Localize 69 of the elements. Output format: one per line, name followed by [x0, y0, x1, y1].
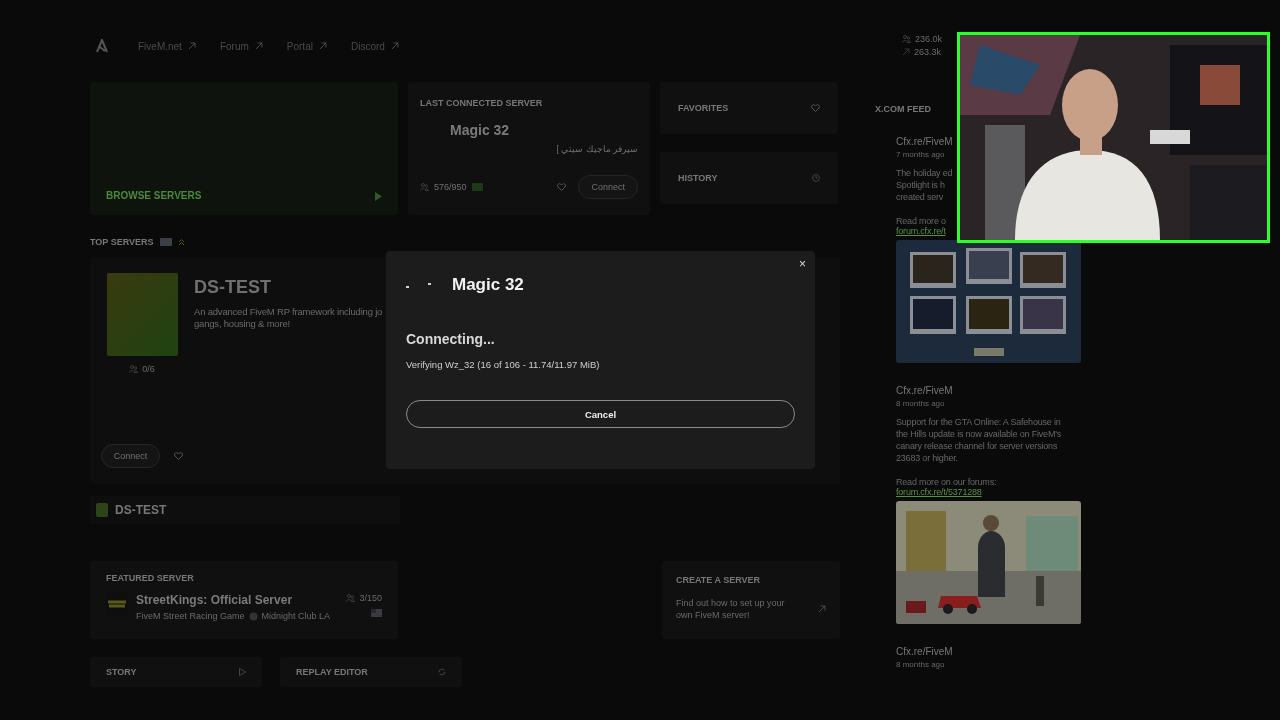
menu-tile[interactable]: STORY — [90, 657, 262, 687]
nav-link[interactable]: FiveM.net — [138, 40, 196, 52]
external-link-icon — [390, 42, 399, 50]
logo-icon[interactable] — [96, 39, 108, 53]
side-tile[interactable]: FAVORITES — [660, 82, 838, 134]
section-heading: FEATURED SERVER — [106, 573, 195, 583]
server-name: DS-TEST — [194, 277, 272, 298]
status-title: Connecting... — [406, 331, 496, 347]
featured-server-card[interactable]: FEATURED SERVER StreetKings: Official Server FiveM Street Racing Game Midnight Club LA 3/150 — [90, 561, 398, 639]
post-author: Cfx.re/FiveM — [896, 385, 954, 396]
heart-icon[interactable] — [174, 452, 184, 460]
player-count: 576/950 — [434, 182, 467, 192]
player-count: 0/6 — [142, 364, 155, 374]
server-icon — [96, 503, 108, 517]
read-more-text: Read more on our forums: — [896, 477, 997, 487]
read-more-text: Read more o — [896, 216, 946, 226]
post-author: Cfx.re/FiveM — [896, 646, 954, 657]
section-heading: CREATE A SERVER — [676, 575, 761, 585]
external-link-icon — [187, 42, 196, 50]
server-description: FiveM Street Racing Game — [136, 611, 245, 621]
player-count: 3/150 — [359, 593, 382, 603]
section-heading: TOP SERVERS — [90, 237, 154, 247]
server-name: Magic 32 — [450, 122, 511, 138]
section-heading: LAST CONNECTED SERVER — [420, 98, 544, 108]
post-time: 7 months ago — [896, 150, 946, 159]
nav-link[interactable]: Forum — [219, 40, 263, 52]
external-link-icon — [818, 605, 826, 613]
player-stat: 236.0k — [915, 34, 943, 44]
status-detail: Verifying Wz_32 (16 of 106 - 11.74/11.97 MiB) — [406, 359, 601, 370]
connect-button[interactable]: Connect — [578, 175, 638, 199]
server-description: سيرفر ماجيك سيتي ] — [556, 144, 638, 154]
play-icon — [239, 668, 246, 676]
post-author: Cfx.re/FiveM — [896, 136, 954, 147]
menu-tile[interactable]: REPLAY EDITOR — [280, 657, 462, 687]
connect-button[interactable]: Connect — [100, 444, 161, 468]
forum-link[interactable]: forum.cfx.re/t/5371288 — [896, 487, 982, 497]
server-name: DS-TEST — [115, 503, 167, 517]
chevrons-up-icon — [177, 238, 185, 246]
post-text: Support for the GTA Online: A Safehouse in the Hills update is now available on FiveM's canary release channel for server versions 23683 or higher. — [896, 416, 1061, 464]
clock-icon — [812, 174, 820, 182]
arrow-icon — [902, 48, 910, 56]
external-link-icon — [254, 42, 263, 50]
dot-icon — [248, 611, 258, 621]
forum-link[interactable]: forum.cfx.re/t — [896, 226, 946, 236]
server-name: StreetKings: Official Server — [136, 593, 294, 607]
server-stat: 263.3k — [914, 47, 942, 57]
server-name: Magic 32 — [452, 275, 524, 295]
post-text: The holiday ed Spotlight is h created serv — [896, 167, 953, 203]
post-time: 8 months ago — [896, 660, 946, 669]
play-icon — [375, 192, 382, 201]
server-description: Midnight Club LA — [261, 611, 331, 621]
section-heading: X.COM FEED — [875, 104, 932, 114]
nav-link[interactable]: Portal — [286, 40, 327, 52]
nav-link[interactable]: Discord — [350, 40, 399, 52]
browse-servers-card[interactable]: BROWSE SERVERS — [90, 82, 398, 215]
create-server-card[interactable]: CREATE A SERVER Find out how to set up your own FiveM server! — [662, 561, 840, 639]
flag-icon — [371, 609, 382, 617]
side-tile[interactable]: HISTORY — [660, 152, 838, 204]
server-row[interactable]: DS-TEST — [90, 496, 400, 524]
browse-servers-label: BROWSE SERVERS — [106, 190, 202, 201]
external-link-icon — [318, 42, 327, 50]
refresh-icon — [438, 668, 446, 676]
badge-icon — [471, 183, 483, 191]
heart-icon[interactable] — [811, 104, 820, 112]
post-time: 8 months ago — [896, 399, 946, 408]
server-description: An advanced FiveM RP framework including jo gangs, housing & more! — [194, 306, 383, 330]
cancel-button[interactable]: Cancel — [406, 400, 795, 428]
create-server-text: Find out how to set up your own FiveM server! — [676, 597, 786, 621]
heart-icon[interactable] — [557, 183, 567, 191]
